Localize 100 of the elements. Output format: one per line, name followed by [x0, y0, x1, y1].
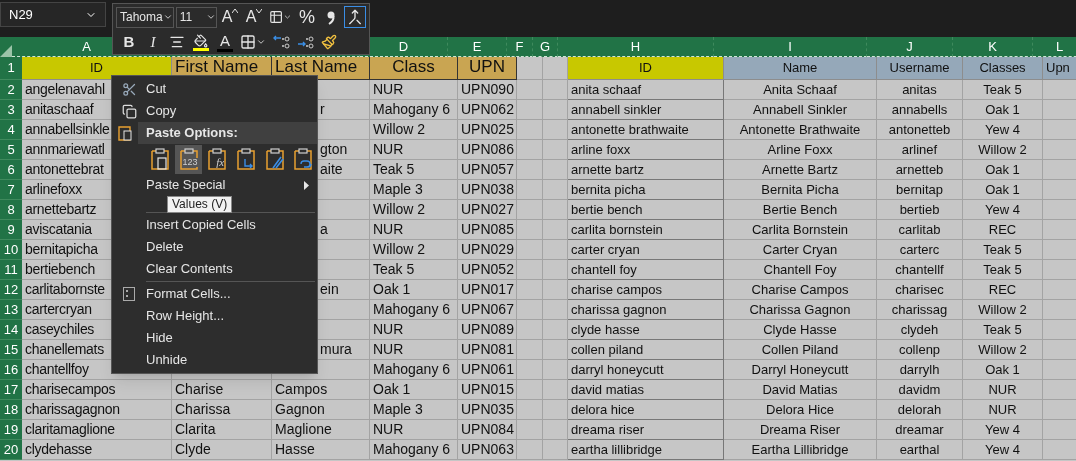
empty-cell	[543, 100, 568, 120]
table-cell-text: Arline Foxx	[766, 140, 834, 159]
header-cell: Classes	[963, 57, 1043, 80]
table-cell-text: antonetteb	[887, 120, 952, 139]
menu-item[interactable]: Cut	[112, 78, 317, 100]
row-header[interactable]: 12	[0, 280, 22, 300]
row-header[interactable]: 19	[0, 420, 22, 440]
menu-item[interactable]: Row Height...	[112, 305, 317, 327]
table-cell-text: Oak 1	[984, 180, 1021, 199]
menu-item[interactable]: Delete	[112, 236, 317, 258]
copy-icon	[121, 103, 137, 119]
row-header[interactable]: 8	[0, 200, 22, 220]
header-cell: Name	[724, 57, 877, 80]
menu-item[interactable]: Format Cells...	[112, 283, 317, 305]
empty-cell	[543, 80, 568, 100]
table-cell-text: annmariewatl	[24, 140, 105, 159]
row-header[interactable]: 15	[0, 340, 22, 360]
table-cell-text: anita schaaf	[570, 80, 642, 99]
row-header[interactable]: 13	[0, 300, 22, 320]
column-header[interactable]: A	[82, 36, 91, 57]
table-cell-text: UPN090	[460, 80, 514, 99]
row-header[interactable]: 10	[0, 240, 22, 260]
table-cell-text: charisec	[894, 280, 945, 299]
row-header[interactable]: 9	[0, 220, 22, 240]
menu-item[interactable]: Clear Contents	[112, 258, 317, 280]
column-header[interactable]: L	[1055, 36, 1064, 57]
table-cell-text: REC	[987, 220, 1018, 239]
table-cell-text: charissag	[890, 300, 949, 319]
table-cell-text: NUR	[372, 320, 404, 339]
table-cell-text: annabell sinkler	[570, 100, 662, 119]
menu-item[interactable]: Unhide	[112, 349, 317, 371]
empty-cell	[543, 320, 568, 340]
table-cell-text: Willow 2	[372, 200, 426, 219]
empty-cell	[543, 380, 568, 400]
column-header[interactable]: J	[906, 36, 913, 57]
menu-item[interactable]: Copy	[112, 100, 317, 122]
row-header[interactable]: 1	[0, 57, 22, 80]
table-cell-text: UPN086	[460, 140, 514, 159]
formulas-paste-option[interactable]: fx	[203, 144, 231, 174]
table-cell-text: ein	[319, 280, 339, 299]
row-header[interactable]: 4	[0, 120, 22, 140]
table-cell-text: chantellfoy	[24, 360, 89, 379]
empty-cell	[543, 180, 568, 200]
table-cell-text: charissa gagnon	[570, 300, 667, 319]
table-cell-text: UPN061	[460, 360, 514, 379]
table-cell-text: UPN029	[460, 240, 514, 259]
merge-center-icon[interactable]	[344, 6, 366, 28]
font-color-button[interactable]: A	[214, 31, 236, 53]
table-cell-text: UPN038	[460, 180, 514, 199]
table-cell-text: arnettebartz	[24, 200, 97, 219]
font-size-field[interactable]: 11	[175, 6, 217, 28]
table-cell-text: caseychiles	[24, 320, 95, 339]
column-header[interactable]: E	[472, 36, 482, 57]
table-cell-text: Yew 4	[984, 120, 1021, 139]
row-header[interactable]: 14	[0, 320, 22, 340]
row-header[interactable]: 2	[0, 80, 22, 100]
table-cell-text: Yew 4	[984, 200, 1021, 219]
table-cell-text: david matias	[570, 380, 644, 399]
grow-font-button[interactable]: A	[219, 6, 241, 28]
empty-cell	[543, 220, 568, 240]
table-cell-text: UPN015	[460, 380, 514, 399]
row-header[interactable]: 18	[0, 400, 22, 420]
row-header[interactable]: 6	[0, 160, 22, 180]
row-header[interactable]: 17	[0, 380, 22, 400]
menu-item[interactable]: Hide	[112, 327, 317, 349]
column-header[interactable]: K	[988, 36, 997, 57]
values-paste-option[interactable]: 123	[174, 144, 203, 174]
row-header[interactable]: 16	[0, 360, 22, 380]
row-header[interactable]: 3	[0, 100, 22, 120]
table-cell-text: clyde hasse	[570, 320, 640, 339]
row-header[interactable]: 11	[0, 260, 22, 280]
shrink-font-button[interactable]: A	[243, 6, 265, 28]
row-header[interactable]: 20	[0, 440, 22, 460]
percent-button[interactable]: %	[296, 6, 318, 28]
table-cell-text: Annabell Sinkler	[752, 100, 848, 119]
menu-item[interactable]: Insert Copied Cells	[112, 214, 317, 236]
font-name-field[interactable]: Tahoma	[116, 6, 174, 28]
table-cell-text: annabellsinkle	[24, 120, 110, 139]
empty-cell	[543, 160, 568, 180]
name-box[interactable]: N29	[0, 2, 106, 27]
bold-button[interactable]: B	[118, 31, 140, 53]
column-header[interactable]: F	[515, 36, 524, 57]
column-header[interactable]: H	[630, 36, 641, 57]
table-cell-text: UPN027	[460, 200, 514, 219]
table-cell-text: Charissa	[174, 400, 231, 419]
italic-button[interactable]: I	[142, 31, 164, 53]
table-cell-text: Chantell Foy	[762, 260, 838, 279]
table-cell-text: Oak 1	[372, 380, 411, 399]
row-header[interactable]: 7	[0, 180, 22, 200]
row-header[interactable]: 5	[0, 140, 22, 160]
table-cell-text: arlinefoxx	[24, 180, 82, 199]
table-cell-text: Willow 2	[372, 240, 426, 259]
table-cell-text: aite	[319, 160, 343, 179]
empty-cell	[543, 420, 568, 440]
column-header[interactable]: D	[398, 36, 409, 57]
table-cell-text: angelenavahl	[24, 80, 105, 99]
table-cell-text: Willow 2	[977, 300, 1028, 319]
menu-item[interactable]: Paste Special	[112, 174, 317, 196]
column-header[interactable]: G	[539, 36, 551, 57]
fill-color-icon[interactable]	[190, 31, 212, 53]
